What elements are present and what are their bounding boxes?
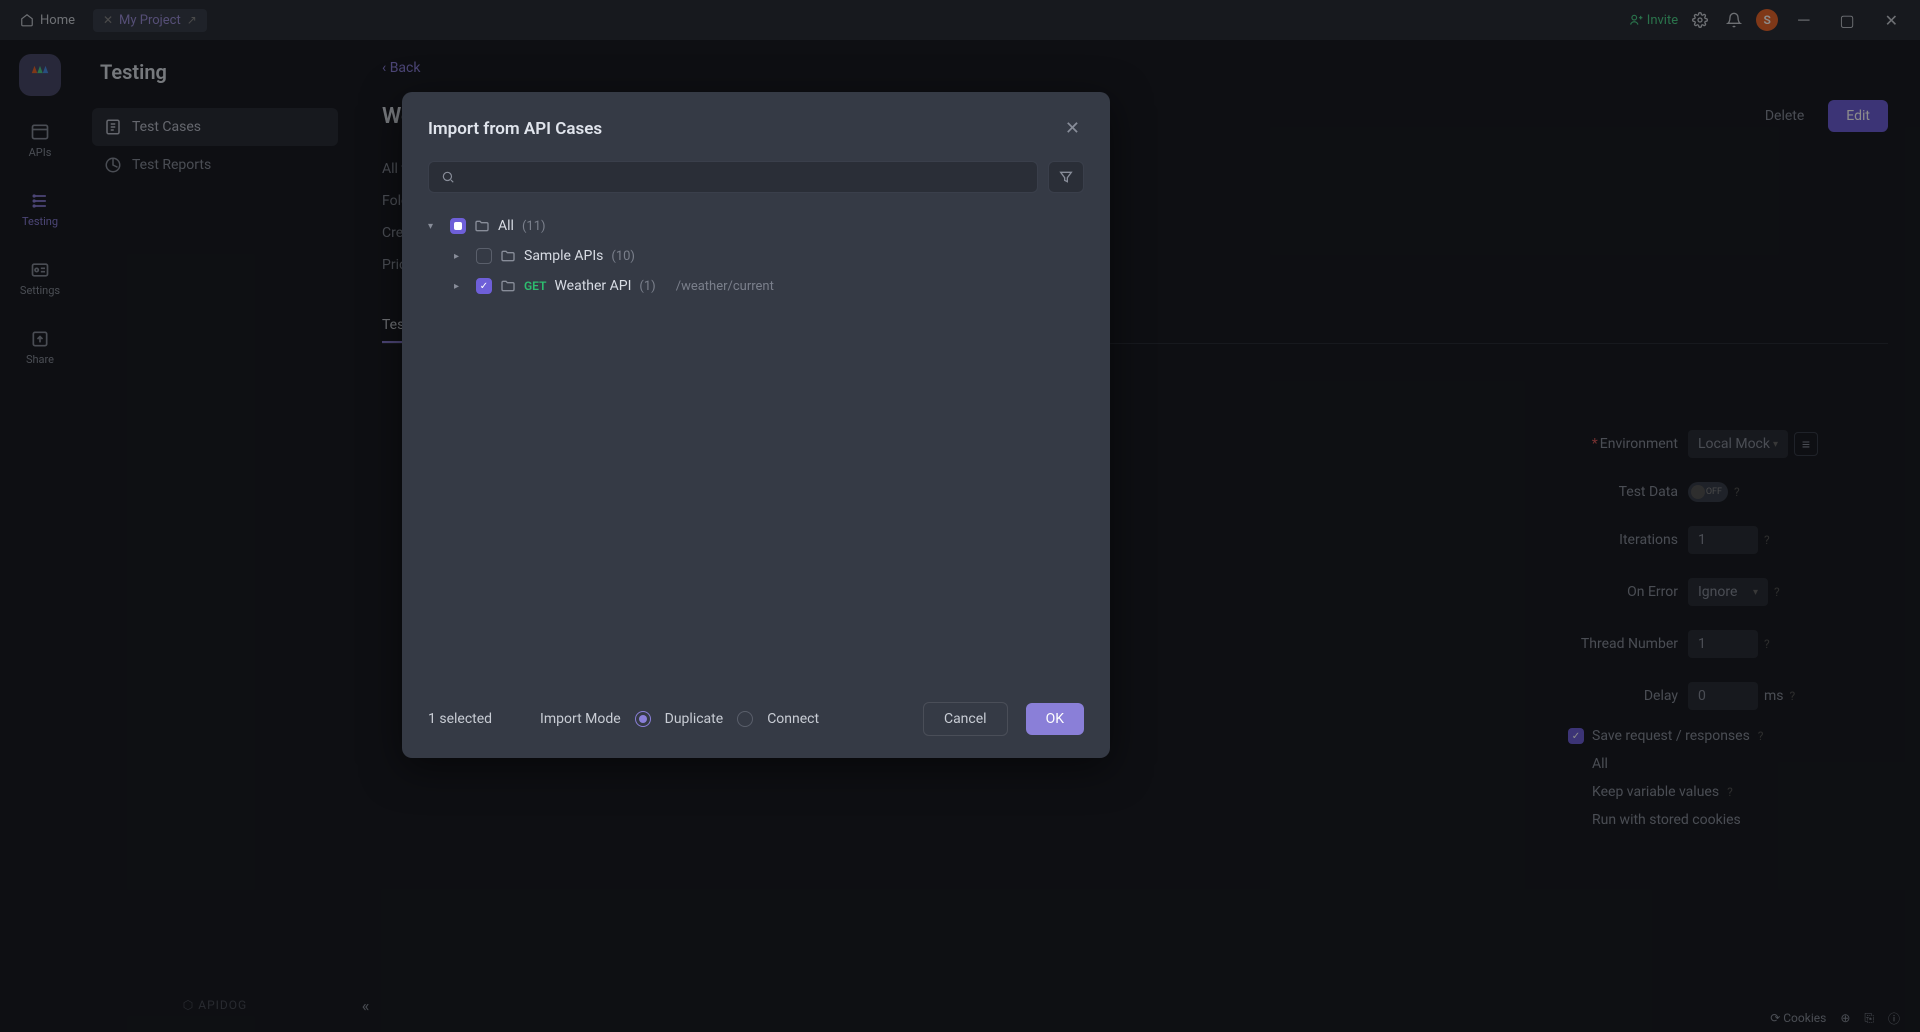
caret-right-icon[interactable]: ▸ <box>454 251 468 262</box>
cancel-button[interactable]: Cancel <box>923 702 1008 736</box>
tree-row-sample[interactable]: ▸ Sample APIs (10) <box>428 241 1084 271</box>
modal-title: Import from API Cases <box>428 119 602 139</box>
selection-count: 1 selected <box>428 711 492 727</box>
method-badge: GET <box>524 279 546 293</box>
checkbox-empty[interactable] <box>476 248 492 264</box>
checkbox-partial[interactable] <box>450 218 466 234</box>
folder-icon <box>500 278 516 294</box>
radio-connect[interactable] <box>737 711 753 727</box>
ok-button[interactable]: OK <box>1026 703 1084 735</box>
checkbox-checked[interactable]: ✓ <box>476 278 492 294</box>
api-tree: ▾ All (11) ▸ Sample APIs (10) ▸ ✓ GET We… <box>402 207 1110 686</box>
import-mode-label: Import Mode <box>540 711 621 727</box>
tree-row-weather[interactable]: ▸ ✓ GET Weather API (1) /weather/current <box>428 271 1084 301</box>
search-input[interactable] <box>428 161 1038 193</box>
tree-row-all[interactable]: ▾ All (11) <box>428 211 1084 241</box>
caret-right-icon[interactable]: ▸ <box>454 281 468 292</box>
filter-icon <box>1058 169 1074 185</box>
folder-open-icon <box>474 218 490 234</box>
filter-button[interactable] <box>1048 161 1084 193</box>
folder-icon <box>500 248 516 264</box>
radio-duplicate[interactable] <box>635 711 651 727</box>
caret-down-icon[interactable]: ▾ <box>428 221 442 232</box>
api-path: /weather/current <box>676 279 774 294</box>
modal-close-button[interactable]: ✕ <box>1061 114 1084 143</box>
import-modal: Import from API Cases ✕ ▾ All (11) ▸ Sam… <box>402 92 1110 758</box>
search-icon <box>441 170 455 184</box>
